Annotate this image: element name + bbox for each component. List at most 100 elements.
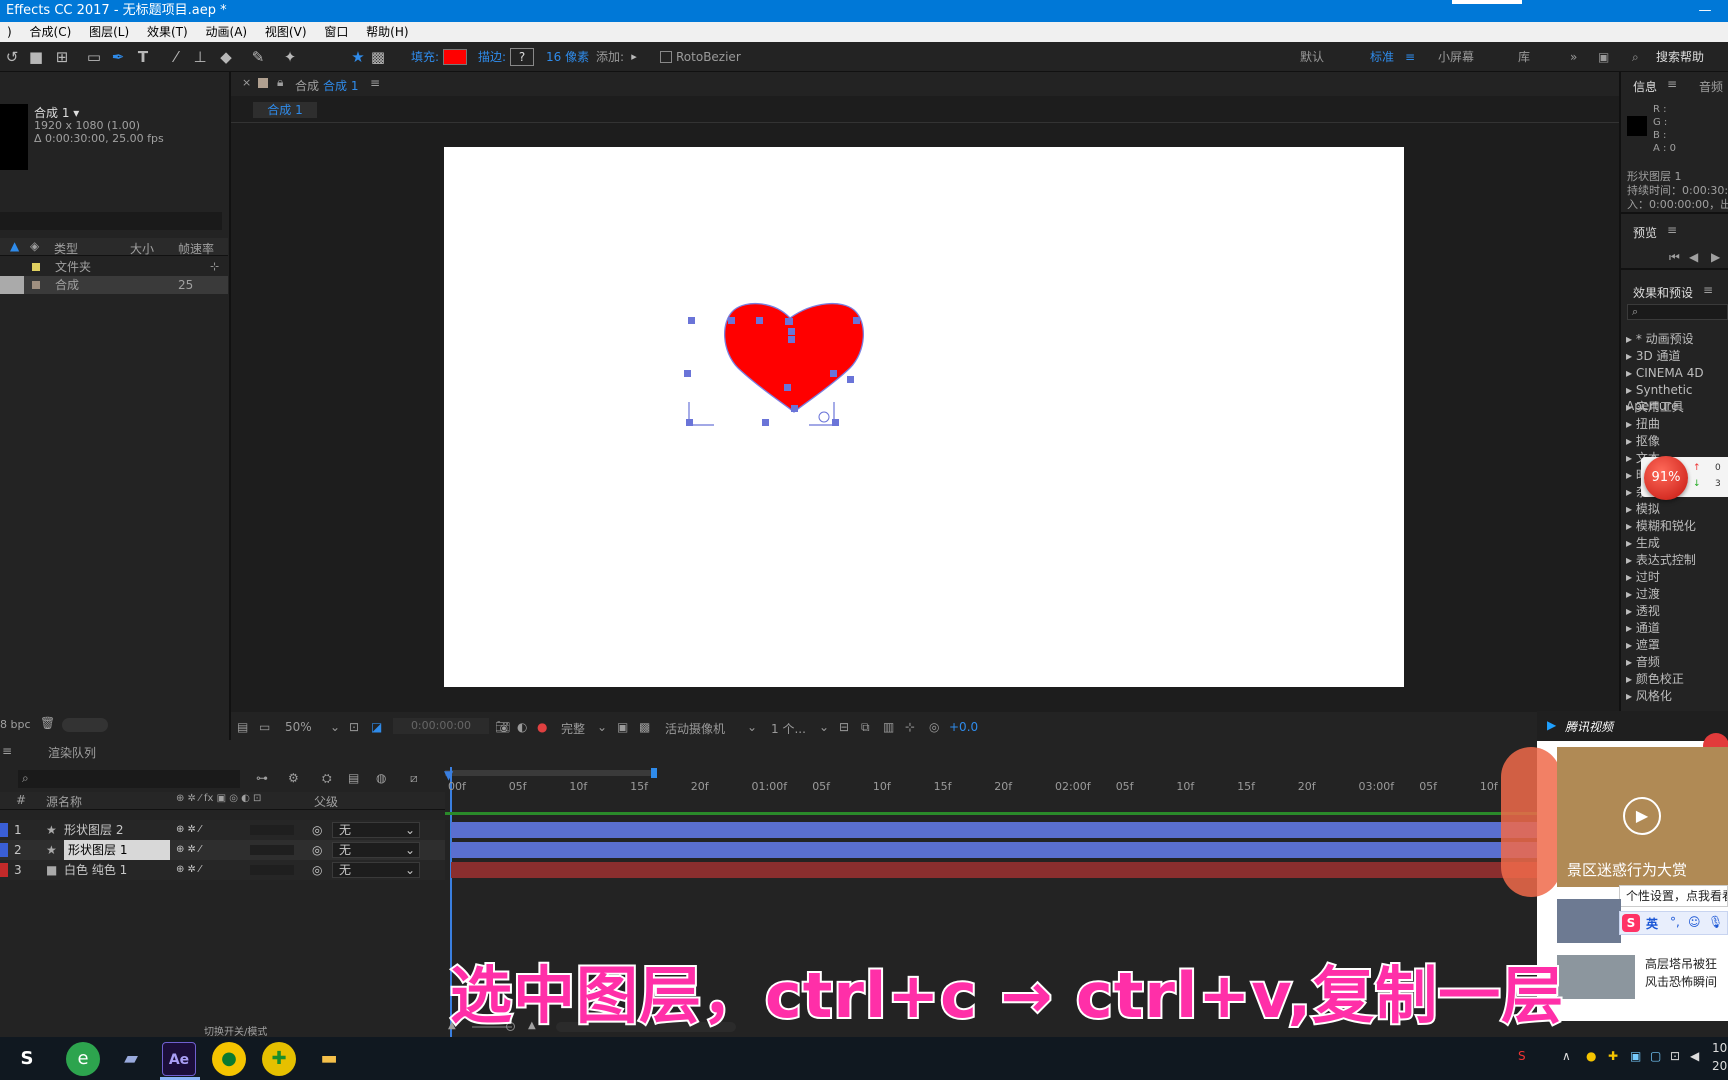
- tencent-tip[interactable]: 个性设置，点我看看: [1619, 885, 1728, 907]
- effect-category[interactable]: ▸ 风格化: [1626, 688, 1672, 704]
- browser-icon[interactable]: e: [66, 1042, 100, 1076]
- motion-blur-icon[interactable]: ◍: [376, 771, 386, 785]
- tray-app1-icon[interactable]: ●: [1586, 1049, 1596, 1063]
- effect-category[interactable]: ▸ 过渡: [1626, 586, 1660, 602]
- always-preview-icon[interactable]: ▤: [237, 720, 248, 734]
- sync-icon[interactable]: ▣: [1598, 49, 1609, 65]
- tray-app3-icon[interactable]: ▣: [1630, 1049, 1641, 1063]
- workspace-small-screen[interactable]: 小屏幕: [1438, 49, 1474, 65]
- search-help[interactable]: 搜索帮助: [1656, 49, 1704, 65]
- expand-arrow-icon[interactable]: ▸: [1626, 604, 1636, 618]
- shape-layer-svg[interactable]: [444, 147, 1404, 687]
- label-tag-icon[interactable]: ◈: [30, 239, 39, 253]
- layer-search-input[interactable]: ⌕: [18, 770, 240, 788]
- workspace-standard[interactable]: 标准: [1370, 49, 1394, 65]
- expand-arrow-icon[interactable]: ▸: [1626, 672, 1636, 686]
- expand-arrow-icon[interactable]: ▸: [1626, 570, 1636, 584]
- expand-arrow-icon[interactable]: ▸: [1626, 502, 1636, 516]
- news-thumb-2[interactable]: [1557, 955, 1635, 999]
- lock-icon[interactable]: 🔒︎: [277, 75, 283, 90]
- effect-category[interactable]: ▸ 抠像: [1626, 433, 1660, 449]
- effect-category[interactable]: ▸ 通道: [1626, 620, 1660, 636]
- layer-label-color[interactable]: [0, 863, 8, 877]
- stroke-color-swatch[interactable]: ?: [510, 48, 534, 66]
- layer-name[interactable]: 形状图层 2: [64, 820, 123, 840]
- tray-app2-icon[interactable]: ✚: [1608, 1049, 1618, 1063]
- draft-3d-icon[interactable]: ⚙: [288, 771, 299, 785]
- layer-mode-boxes[interactable]: [250, 825, 294, 835]
- shy-layers-icon[interactable]: ⛭: [322, 771, 332, 786]
- layer-duration-bar[interactable]: [451, 842, 1537, 858]
- parent-chevron-icon[interactable]: ⌄: [405, 860, 415, 880]
- brush-tool-icon[interactable]: ⁄: [166, 47, 186, 67]
- snapshot-icon[interactable]: 📷︎: [495, 720, 510, 734]
- expand-arrow-icon[interactable]: ▸: [1626, 638, 1636, 652]
- ime-mic-icon[interactable]: 🎙︎: [1708, 915, 1723, 929]
- effect-category[interactable]: ▸ 过时: [1626, 569, 1660, 585]
- preview-tab[interactable]: 预览: [1633, 224, 1657, 241]
- col-parent[interactable]: 父级: [314, 793, 338, 810]
- effect-category[interactable]: ▸ 实用工具: [1626, 399, 1684, 415]
- trash-icon[interactable]: 🗑: [40, 716, 55, 730]
- info-tab[interactable]: 信息: [1633, 78, 1657, 95]
- color-channel-icon[interactable]: ●: [537, 720, 547, 734]
- expand-arrow-icon[interactable]: ▸: [1626, 434, 1636, 448]
- expand-arrow-icon[interactable]: ▸: [1626, 400, 1636, 414]
- views-chevron-icon[interactable]: ⌄: [819, 720, 829, 734]
- layer-label-color[interactable]: [0, 823, 8, 837]
- layer-row[interactable]: 3 ■ 白色 纯色 1 ⊕ ✲ ⁄ ◎ 无 ⌄: [0, 860, 445, 880]
- parent-pickwhip-icon[interactable]: ◎: [312, 820, 322, 840]
- expand-arrow-icon[interactable]: ▸: [1626, 349, 1636, 363]
- effect-category[interactable]: ▸ 音频: [1626, 654, 1660, 670]
- workspace-library[interactable]: 库: [1518, 49, 1530, 65]
- menu-effect[interactable]: 效果(T): [140, 22, 195, 42]
- clock-date[interactable]: 20: [1712, 1059, 1727, 1073]
- effect-category[interactable]: ▸ 表达式控制: [1626, 552, 1696, 568]
- effect-category[interactable]: ▸ 透视: [1626, 603, 1660, 619]
- memory-percent-badge[interactable]: 91%: [1644, 456, 1688, 500]
- tray-app4-icon[interactable]: ▢: [1650, 1049, 1661, 1063]
- zoom-dropdown[interactable]: 50%: [285, 720, 312, 734]
- fast-preview-icon[interactable]: ⧉: [861, 720, 870, 735]
- col-source-name[interactable]: 源名称: [46, 793, 82, 810]
- layer-row[interactable]: 2 ★ 形状图层 1 ⊕ ✲ ⁄ ◎ 无 ⌄: [0, 840, 445, 860]
- menu-view[interactable]: 视图(V): [258, 22, 314, 42]
- layer-duration-bar[interactable]: [451, 862, 1537, 878]
- parent-chevron-icon[interactable]: ⌄: [405, 820, 415, 840]
- reset-exposure-icon[interactable]: ◎: [929, 720, 939, 734]
- ime-punct-icon[interactable]: °,: [1670, 915, 1680, 929]
- comp-tab-name[interactable]: 合成 1: [323, 77, 358, 94]
- camera-tool-icon[interactable]: ■: [26, 47, 46, 67]
- monitor-icon[interactable]: ▭: [259, 720, 270, 734]
- comp-sub-tab[interactable]: 合成 1: [253, 102, 317, 118]
- project-search-input[interactable]: [0, 212, 222, 230]
- effect-category[interactable]: ▸ 3D 通道: [1626, 348, 1681, 364]
- menu-animation[interactable]: 动画(A): [199, 22, 255, 42]
- mask-visibility-icon[interactable]: ◪: [371, 720, 382, 734]
- quality-dropdown[interactable]: 完整: [561, 720, 585, 737]
- resolution-icon[interactable]: ⊡: [349, 720, 359, 734]
- effect-category[interactable]: ▸ 颜色校正: [1626, 671, 1684, 687]
- expand-arrow-icon[interactable]: ▸: [1626, 366, 1636, 380]
- app-plus-icon[interactable]: ✚: [262, 1042, 296, 1076]
- transparency-grid-icon[interactable]: ▩: [639, 720, 650, 734]
- effect-category[interactable]: ▸ 生成: [1626, 535, 1660, 551]
- app-ball-icon[interactable]: ●: [212, 1042, 246, 1076]
- expand-arrow-icon[interactable]: ▸: [1626, 332, 1636, 346]
- parent-pickwhip-icon[interactable]: ◎: [312, 860, 322, 880]
- rotate-tool-icon[interactable]: ↺: [2, 47, 22, 67]
- layer-mode-boxes[interactable]: [250, 845, 294, 855]
- show-snapshot-icon[interactable]: ◐: [517, 720, 527, 734]
- expand-arrow-icon[interactable]: ▸: [1626, 468, 1636, 482]
- expand-arrow-icon[interactable]: ▸: [1626, 621, 1636, 635]
- effects-menu-icon[interactable]: ≡: [1703, 283, 1713, 297]
- layer-switches[interactable]: ⊕ ✲ ⁄: [176, 840, 201, 860]
- start-menu-icon[interactable]: S: [10, 1042, 44, 1076]
- fill-color-swatch[interactable]: [443, 49, 467, 65]
- ime-emoji-icon[interactable]: ☺: [1688, 915, 1701, 929]
- quality-chevron-icon[interactable]: ⌄: [597, 720, 607, 734]
- file-explorer-icon[interactable]: ▬: [312, 1042, 346, 1076]
- parent-pickwhip-icon[interactable]: ◎: [312, 840, 322, 860]
- camera-chevron-icon[interactable]: ⌄: [747, 720, 757, 734]
- work-area-bar[interactable]: [445, 770, 653, 776]
